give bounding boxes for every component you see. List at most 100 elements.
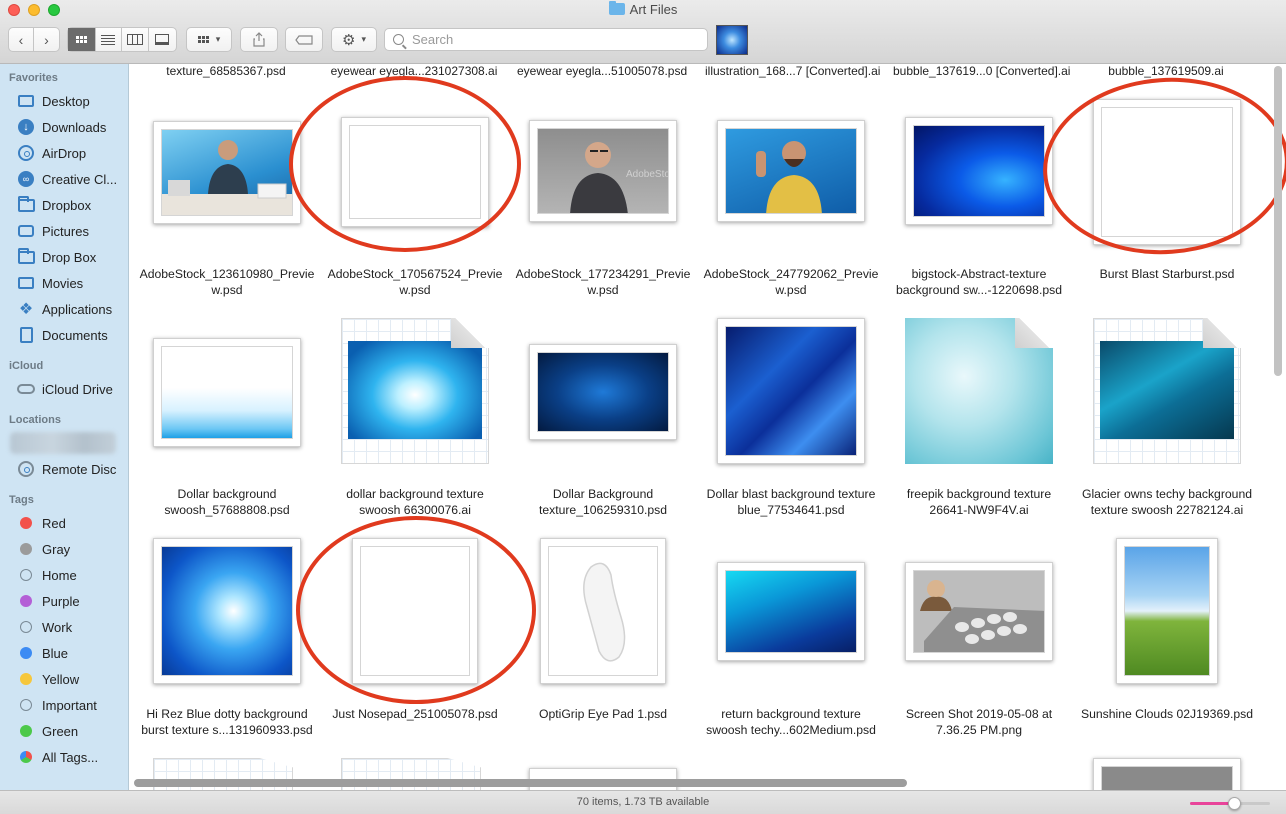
sidebar-item-dropbox[interactable]: Dropbox — [0, 193, 128, 217]
search-placeholder: Search — [412, 32, 454, 47]
sidebar-tag-work[interactable]: Work — [0, 615, 128, 639]
sidebar-item-label: Home — [42, 567, 77, 583]
sidebar-tag-green[interactable]: Green — [0, 719, 128, 743]
file-thumbnail[interactable] — [529, 344, 677, 440]
file-thumbnail[interactable] — [717, 120, 865, 222]
redacted-location[interactable] — [10, 432, 116, 454]
sidebar-tag-home[interactable]: Home — [0, 563, 128, 587]
downloads-icon: ↓ — [17, 118, 35, 136]
page-fold-icon — [1203, 318, 1241, 348]
file-thumbnail[interactable] — [153, 538, 301, 684]
green-tag-icon — [17, 722, 35, 740]
file-name[interactable]: AdobeStock_170567524_Previe w.psd — [325, 266, 505, 298]
sidebar-tag-red[interactable]: Red — [0, 511, 128, 535]
file-name[interactable]: return background texture swoosh techy...… — [701, 706, 881, 738]
file-name[interactable]: dollar background texture swoosh 66300076… — [325, 486, 505, 518]
file-name[interactable]: AdobeStock_177234291_Previe w.psd — [513, 266, 693, 298]
file-thumbnail[interactable] — [717, 318, 865, 464]
file-name[interactable]: bigstock-Abstract-texture background sw..… — [889, 266, 1069, 298]
sidebar-item-pictures[interactable]: Pictures — [0, 219, 128, 243]
search-field[interactable]: Search — [384, 28, 708, 51]
file-thumbnail[interactable] — [905, 117, 1053, 225]
search-icon — [393, 34, 404, 45]
back-button[interactable]: ‹ — [9, 28, 35, 51]
sidebar-item-icloud-drive[interactable]: iCloud Drive — [0, 377, 128, 401]
folder-icon — [17, 195, 35, 214]
file-name[interactable]: Dollar background swoosh_57688808.psd — [137, 486, 317, 518]
sidebar-item-documents[interactable]: Documents — [0, 323, 128, 347]
window-title: Art Files — [0, 1, 1286, 17]
horizontal-scrollbar[interactable] — [134, 779, 907, 787]
sidebar-item-drop-box[interactable]: Drop Box — [0, 245, 128, 269]
cloud-icon — [17, 380, 35, 398]
edit-tags-button[interactable] — [285, 27, 323, 52]
group-by-button[interactable]: ▾ — [186, 27, 232, 52]
toolbar-image-thumbnail[interactable] — [716, 25, 748, 55]
gear-icon: ⚙ — [342, 31, 356, 49]
file-name[interactable]: texture_68585367.psd — [141, 64, 311, 78]
file-thumbnail[interactable] — [717, 562, 865, 661]
file-thumbnail-partial[interactable] — [1093, 758, 1241, 790]
sidebar-item-desktop[interactable]: Desktop — [0, 89, 128, 113]
file-name[interactable]: freepik background texture 26641-NW9F4V.a… — [889, 486, 1069, 518]
important-tag-icon — [17, 696, 35, 714]
vertical-scrollbar[interactable] — [1274, 66, 1282, 376]
forward-button[interactable]: › — [34, 28, 59, 51]
file-name[interactable]: Burst Blast Starburst.psd — [1077, 266, 1257, 282]
sidebar-all-tags[interactable]: All Tags... — [0, 745, 128, 769]
file-name[interactable]: bubble_137619...0 [Converted].ai — [893, 64, 1070, 78]
icon-size-slider[interactable] — [1190, 797, 1270, 810]
file-name[interactable]: eyewear eyegla...51005078.psd — [517, 64, 687, 78]
file-name[interactable]: Just Nosepad_251005078.psd — [325, 706, 505, 722]
sidebar-item-creative-cloud[interactable]: ∞ Creative Cl... — [0, 167, 128, 191]
file-name[interactable]: bubble_137619509.ai — [1081, 64, 1251, 78]
slider-knob[interactable] — [1228, 797, 1241, 810]
chevron-down-icon: ▾ — [215, 34, 221, 44]
sidebar-item-downloads[interactable]: ↓ Downloads — [0, 115, 128, 139]
file-name[interactable]: Dollar Background texture_106259310.psd — [513, 486, 693, 518]
nose-pad-image — [583, 562, 626, 662]
sidebar-item-movies[interactable]: Movies — [0, 271, 128, 295]
sidebar-tag-important[interactable]: Important — [0, 693, 128, 717]
sidebar-item-applications[interactable]: ❖ Applications — [0, 297, 128, 321]
list-view-button[interactable] — [96, 28, 123, 51]
file-name[interactable]: Hi Rez Blue dotty background burst textur… — [137, 706, 317, 738]
file-name[interactable]: Glacier owns techy background texture swo… — [1077, 486, 1257, 518]
file-thumbnail[interactable] — [153, 338, 301, 447]
file-name[interactable]: OptiGrip Eye Pad 1.psd — [513, 706, 693, 722]
sidebar-item-label: Dropbox — [42, 197, 92, 213]
file-name[interactable]: Dollar blast background texture blue_7753… — [701, 486, 881, 518]
annotation-circle — [289, 76, 521, 252]
sidebar-item-airdrop[interactable]: AirDrop — [0, 141, 128, 165]
back-arrow-icon: ‹ — [18, 31, 24, 48]
file-thumbnail[interactable] — [905, 562, 1053, 661]
sidebar-item-remote-disc[interactable]: Remote Disc — [0, 457, 128, 481]
icon-view-icon — [75, 36, 87, 43]
file-name[interactable]: AdobeStock_247792062_Previe w.psd — [701, 266, 881, 298]
column-view-button[interactable] — [122, 28, 149, 51]
file-name[interactable]: AdobeStock_123610980_Previe w.psd — [137, 266, 317, 298]
sidebar-item-label: Red — [42, 515, 66, 531]
sidebar: Favorites Desktop ↓ Downloads AirDrop ∞ … — [0, 64, 129, 790]
sidebar-tag-gray[interactable]: Gray — [0, 537, 128, 561]
file-name[interactable]: Sunshine Clouds 02J19369.psd — [1077, 706, 1257, 722]
sidebar-item-label: Green — [42, 723, 79, 739]
list-view-icon — [101, 34, 116, 45]
file-thumbnail[interactable] — [153, 121, 301, 224]
sidebar-tag-purple[interactable]: Purple — [0, 589, 128, 613]
file-name[interactable]: illustration_168...7 [Converted].ai — [705, 64, 880, 78]
finder-window: Art Files ‹ › ▾ ⚙ ▾ Search Favorites Des… — [0, 0, 1286, 814]
sidebar-item-label: Creative Cl... — [42, 171, 118, 187]
title-bar: Art Files ‹ › ▾ ⚙ ▾ Search — [0, 0, 1286, 64]
sidebar-tag-yellow[interactable]: Yellow — [0, 667, 128, 691]
file-name[interactable]: Screen Shot 2019-05-08 at 7.36.25 PM.png — [889, 706, 1069, 738]
action-button[interactable]: ⚙ ▾ — [331, 27, 377, 52]
file-thumbnail[interactable] — [540, 538, 666, 684]
share-button[interactable] — [240, 27, 278, 52]
sidebar-tag-blue[interactable]: Blue — [0, 641, 128, 665]
icon-view-button[interactable] — [68, 28, 96, 51]
gallery-view-button[interactable] — [149, 28, 176, 51]
file-thumbnail[interactable] — [1116, 538, 1218, 684]
file-thumbnail[interactable]: AdobeStock — [529, 120, 677, 222]
favorites-header: Favorites — [9, 72, 58, 84]
